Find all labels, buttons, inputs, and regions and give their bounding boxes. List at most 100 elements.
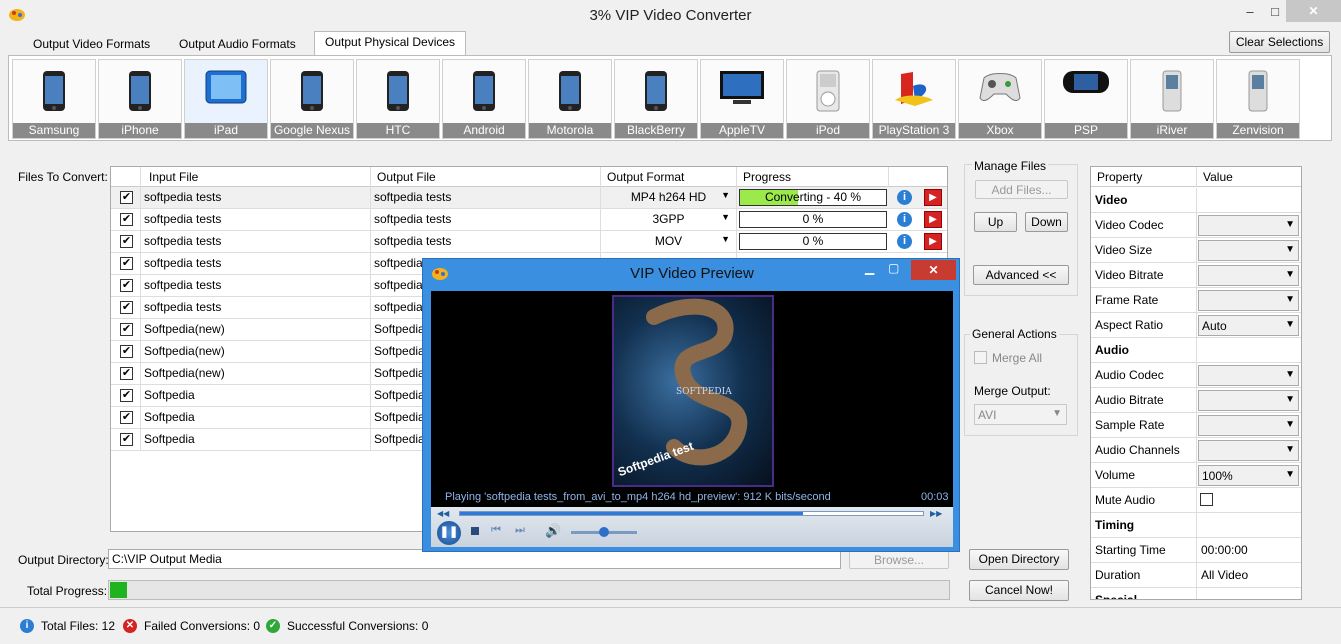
info-icon[interactable]: i: [897, 190, 912, 205]
row-checkbox[interactable]: ✔: [120, 235, 133, 248]
device-xbox[interactable]: Xbox: [958, 59, 1042, 139]
open-directory-button[interactable]: Open Directory: [969, 549, 1069, 570]
table-row[interactable]: ✔ softpedia tests softpedia tests MOV ▼ 0 % i ▶: [111, 231, 947, 253]
grid-header-format[interactable]: Output Format: [601, 167, 737, 187]
device-motorola[interactable]: Motorola: [528, 59, 612, 139]
output-directory-input[interactable]: C:\VIP Output Media: [108, 549, 841, 569]
audio-channels-select[interactable]: ▼: [1198, 440, 1299, 461]
maximize-button[interactable]: □: [1262, 2, 1288, 22]
input-file-cell[interactable]: Softpedia: [141, 385, 371, 407]
preview-minimize-button[interactable]: ▁: [865, 261, 874, 275]
row-checkbox[interactable]: ✔: [120, 323, 133, 336]
close-button[interactable]: ✕: [1286, 0, 1341, 22]
volume-slider[interactable]: [571, 527, 637, 537]
input-file-cell[interactable]: softpedia tests: [141, 209, 371, 231]
device-appletv[interactable]: AppleTV: [700, 59, 784, 139]
row-checkbox[interactable]: ✔: [120, 301, 133, 314]
output-format-select[interactable]: MP4 h264 HD ▼: [601, 187, 737, 209]
cancel-now-button[interactable]: Cancel Now!: [969, 580, 1069, 601]
minimize-button[interactable]: –: [1237, 2, 1263, 22]
advanced-button[interactable]: Advanced <<: [973, 265, 1069, 285]
video-size-select[interactable]: ▼: [1198, 240, 1299, 261]
row-checkbox[interactable]: ✔: [120, 433, 133, 446]
property-row-video-codec[interactable]: Video Codec ▼: [1091, 213, 1301, 238]
preview-maximize-button[interactable]: ▢: [888, 261, 899, 275]
merge-all-checkbox[interactable]: [974, 351, 987, 364]
row-checkbox[interactable]: ✔: [120, 279, 133, 292]
input-file-cell[interactable]: Softpedia(new): [141, 319, 371, 341]
output-format-select[interactable]: 3GPP ▼: [601, 209, 737, 231]
property-row-volume[interactable]: Volume 100% ▼: [1091, 463, 1301, 488]
property-row-frame-rate[interactable]: Frame Rate ▼: [1091, 288, 1301, 313]
device-htc[interactable]: HTC: [356, 59, 440, 139]
property-row-starting-time[interactable]: Starting Time 00:00:00: [1091, 538, 1301, 563]
info-icon[interactable]: i: [897, 212, 912, 227]
device-psp[interactable]: PSP: [1044, 59, 1128, 139]
property-row-aspect-ratio[interactable]: Aspect Ratio Auto ▼: [1091, 313, 1301, 338]
stop-icon[interactable]: [471, 527, 479, 535]
tab-output-video-formats[interactable]: Output Video Formats: [22, 33, 161, 55]
output-file-cell[interactable]: softpedia tests: [371, 187, 601, 209]
sample-rate-select[interactable]: ▼: [1198, 415, 1299, 436]
row-checkbox[interactable]: ✔: [120, 257, 133, 270]
row-checkbox[interactable]: ✔: [120, 411, 133, 424]
device-ipad[interactable]: iPad: [184, 59, 268, 139]
device-samsung[interactable]: Samsung: [12, 59, 96, 139]
up-button[interactable]: Up: [974, 212, 1017, 232]
grid-header-progress[interactable]: Progress: [737, 167, 889, 187]
property-row-video-bitrate[interactable]: Video Bitrate ▼: [1091, 263, 1301, 288]
aspect-ratio-select[interactable]: Auto ▼: [1198, 315, 1299, 336]
property-value-cell[interactable]: 00:00:00: [1198, 538, 1301, 563]
volume-icon[interactable]: 🔊: [545, 523, 561, 539]
table-row[interactable]: ✔ softpedia tests softpedia tests 3GPP ▼ 0 % i…: [111, 209, 947, 231]
property-row-duration[interactable]: Duration All Video: [1091, 563, 1301, 588]
video-bitrate-select[interactable]: ▼: [1198, 265, 1299, 286]
browse-button[interactable]: Browse...: [849, 550, 949, 569]
tab-output-physical-devices[interactable]: Output Physical Devices: [314, 31, 467, 55]
grid-header-input[interactable]: Input File: [141, 167, 371, 187]
volume-select[interactable]: 100% ▼: [1198, 465, 1299, 486]
volume-knob[interactable]: [599, 527, 609, 537]
property-row-sample-rate[interactable]: Sample Rate ▼: [1091, 413, 1301, 438]
output-file-cell[interactable]: softpedia tests: [371, 209, 601, 231]
property-row-audio-bitrate[interactable]: Audio Bitrate ▼: [1091, 388, 1301, 413]
property-row-audio-codec[interactable]: Audio Codec ▼: [1091, 363, 1301, 388]
property-value-cell[interactable]: All Video: [1198, 563, 1301, 588]
play-preview-button[interactable]: ▶: [924, 211, 942, 228]
row-checkbox[interactable]: ✔: [120, 191, 133, 204]
device-ipod[interactable]: iPod: [786, 59, 870, 139]
input-file-cell[interactable]: softpedia tests: [141, 253, 371, 275]
play-preview-button[interactable]: ▶: [924, 189, 942, 206]
property-row-video-size[interactable]: Video Size ▼: [1091, 238, 1301, 263]
row-checkbox[interactable]: ✔: [120, 345, 133, 358]
device-android[interactable]: Android: [442, 59, 526, 139]
device-iriver[interactable]: iRiver: [1130, 59, 1214, 139]
audio-codec-select[interactable]: ▼: [1198, 365, 1299, 386]
previous-icon[interactable]: ⏮: [491, 524, 501, 537]
audio-bitrate-select[interactable]: ▼: [1198, 390, 1299, 411]
input-file-cell[interactable]: softpedia tests: [141, 187, 371, 209]
property-row-mute-audio[interactable]: Mute Audio: [1091, 488, 1301, 513]
tab-output-audio-formats[interactable]: Output Audio Formats: [168, 33, 307, 55]
add-files-button[interactable]: Add Files...: [975, 180, 1068, 199]
input-file-cell[interactable]: softpedia tests: [141, 275, 371, 297]
rewind-icon[interactable]: ◀◀: [437, 509, 449, 518]
video-area[interactable]: SOFTPEDIA Softpedia test Playing 'softpe…: [431, 291, 953, 507]
table-row[interactable]: ✔ softpedia tests softpedia tests MP4 h264 …: [111, 187, 947, 209]
device-blackberry[interactable]: BlackBerry: [614, 59, 698, 139]
down-button[interactable]: Down: [1025, 212, 1068, 232]
next-icon[interactable]: ⏭: [515, 524, 525, 537]
row-checkbox[interactable]: ✔: [120, 367, 133, 380]
fast-forward-icon[interactable]: ▶▶: [930, 509, 942, 518]
input-file-cell[interactable]: Softpedia: [141, 407, 371, 429]
input-file-cell[interactable]: Softpedia: [141, 429, 371, 451]
seek-bar[interactable]: [459, 511, 924, 516]
input-file-cell[interactable]: Softpedia(new): [141, 363, 371, 385]
property-row-audio-channels[interactable]: Audio Channels ▼: [1091, 438, 1301, 463]
row-checkbox[interactable]: ✔: [120, 213, 133, 226]
mute-audio-checkbox[interactable]: [1200, 493, 1213, 506]
input-file-cell[interactable]: softpedia tests: [141, 231, 371, 253]
pause-button[interactable]: ❚❚: [437, 521, 461, 545]
input-file-cell[interactable]: Softpedia(new): [141, 341, 371, 363]
video-codec-select[interactable]: ▼: [1198, 215, 1299, 236]
